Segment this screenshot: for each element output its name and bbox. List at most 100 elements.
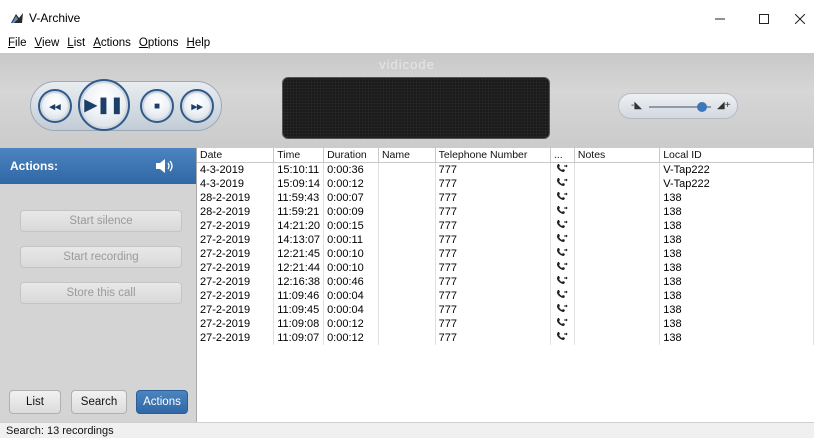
table-row[interactable]: 27-2-2019 14:21:20 0:00:15 777 138 — [197, 218, 814, 233]
menu-help[interactable]: Help — [183, 37, 215, 49]
table-row[interactable]: 27-2-2019 12:16:38 0:00:46 777 138 — [197, 274, 814, 289]
cell-duration: 0:00:36 — [323, 162, 379, 177]
table-row[interactable]: 4-3-2019 15:09:14 0:00:12 777 V-Tap222 — [197, 176, 814, 191]
tab-actions[interactable]: Actions — [136, 390, 188, 414]
table-header-row: Date Time Duration Name Telephone Number… — [197, 148, 814, 163]
cell-duration: 0:00:09 — [323, 204, 379, 219]
phone-outgoing-icon — [557, 317, 569, 326]
cell-name — [378, 232, 436, 247]
cell-direction — [550, 274, 575, 289]
minimize-button[interactable] — [697, 6, 743, 32]
table-row[interactable]: 27-2-2019 11:09:07 0:00:12 777 138 — [197, 330, 814, 345]
cell-duration: 0:00:15 — [323, 218, 379, 233]
menu-options[interactable]: Options — [135, 37, 183, 49]
phone-outgoing-icon — [557, 205, 569, 214]
menu-file-label: ile — [15, 37, 27, 49]
rewind-button[interactable]: ◂◂ — [38, 89, 72, 123]
cell-local-id: 138 — [659, 288, 814, 303]
table-row[interactable]: 4-3-2019 15:10:11 0:00:36 777 V-Tap222 — [197, 162, 814, 177]
column-header-name[interactable]: Name — [378, 148, 436, 163]
cell-telephone: 777 — [435, 218, 551, 233]
column-header-duration[interactable]: Duration — [323, 148, 379, 163]
close-button[interactable] — [785, 6, 814, 32]
cell-date: 27-2-2019 — [197, 316, 275, 331]
cell-telephone: 777 — [435, 190, 551, 205]
table-row[interactable]: 27-2-2019 14:13:07 0:00:11 777 138 — [197, 232, 814, 247]
cell-direction — [550, 204, 575, 219]
fast-forward-button[interactable]: ▸▸ — [180, 89, 214, 123]
table-row[interactable]: 28-2-2019 11:59:21 0:00:09 777 138 — [197, 204, 814, 219]
cell-direction — [550, 232, 575, 247]
cell-direction — [550, 288, 575, 303]
column-header-direction[interactable]: ... — [550, 148, 575, 163]
cell-time: 11:09:07 — [273, 330, 325, 345]
menu-view-mnemonic: V — [34, 37, 43, 49]
maximize-button[interactable] — [741, 6, 787, 32]
table-row[interactable]: 27-2-2019 11:09:45 0:00:04 777 138 — [197, 302, 814, 317]
cell-name — [378, 316, 436, 331]
cell-duration: 0:00:10 — [323, 246, 379, 261]
cell-telephone: 777 — [435, 302, 551, 317]
phone-outgoing-icon — [557, 331, 569, 340]
cell-date: 27-2-2019 — [197, 218, 275, 233]
table-row[interactable]: 27-2-2019 11:09:46 0:00:04 777 138 — [197, 288, 814, 303]
menu-options-mnemonic: O — [138, 37, 148, 49]
cell-time: 11:59:21 — [273, 204, 325, 219]
menu-view[interactable]: View — [31, 37, 64, 49]
stop-button[interactable]: ■ — [140, 89, 174, 123]
cell-telephone: 777 — [435, 330, 551, 345]
cell-duration: 0:00:12 — [323, 176, 379, 191]
column-header-telephone[interactable]: Telephone Number — [435, 148, 551, 163]
play-pause-button[interactable]: ▶❚❚ — [78, 79, 130, 131]
cell-name — [378, 204, 436, 219]
table-row[interactable]: 27-2-2019 11:09:08 0:00:12 777 138 — [197, 316, 814, 331]
cell-notes — [574, 204, 661, 219]
store-call-button[interactable]: Store this call — [20, 282, 182, 304]
cell-notes — [574, 274, 661, 289]
start-silence-button[interactable]: Start silence — [20, 210, 182, 232]
recordings-table: Date Time Duration Name Telephone Number… — [196, 148, 814, 422]
menu-actions[interactable]: Actions — [89, 37, 135, 49]
start-recording-button[interactable]: Start recording — [20, 246, 182, 268]
column-header-local-id[interactable]: Local ID — [659, 148, 814, 163]
table-body: 4-3-2019 15:10:11 0:00:36 777 V-Tap222 4-3-20… — [197, 162, 814, 345]
speaker-icon[interactable] — [154, 157, 176, 175]
volume-down-icon: -◣ — [631, 100, 643, 111]
table-row[interactable]: 27-2-2019 12:21:45 0:00:10 777 138 — [197, 246, 814, 261]
menu-help-mnemonic: H — [186, 37, 195, 49]
cell-notes — [574, 260, 661, 275]
cell-notes — [574, 162, 661, 177]
tab-list[interactable]: List — [9, 390, 61, 414]
phone-outgoing-icon — [557, 261, 569, 270]
cell-date: 28-2-2019 — [197, 204, 275, 219]
tab-search[interactable]: Search — [71, 390, 127, 414]
cell-duration: 0:00:07 — [323, 190, 379, 205]
column-header-time[interactable]: Time — [273, 148, 325, 163]
status-bar: Search: 13 recordings — [0, 422, 814, 438]
cell-name — [378, 176, 436, 191]
cell-telephone: 777 — [435, 260, 551, 275]
volume-up-icon: ◢+ — [717, 100, 731, 111]
menu-list[interactable]: List — [63, 37, 89, 49]
app-logo-icon — [11, 13, 23, 23]
volume-knob[interactable] — [696, 102, 707, 112]
cell-telephone: 777 — [435, 162, 551, 177]
table-row[interactable]: 28-2-2019 11:59:43 0:00:07 777 138 — [197, 190, 814, 205]
cell-local-id: 138 — [659, 232, 814, 247]
cell-direction — [550, 162, 575, 177]
minimize-icon — [715, 18, 725, 20]
column-header-notes[interactable]: Notes — [574, 148, 661, 163]
phone-outgoing-icon — [557, 289, 569, 298]
window-title: V-Archive — [29, 11, 81, 25]
phone-outgoing-icon — [557, 275, 569, 284]
cell-local-id: 138 — [659, 190, 814, 205]
phone-outgoing-icon — [557, 163, 569, 172]
volume-slider[interactable]: -◣ ◢+ — [618, 93, 738, 119]
table-row[interactable]: 27-2-2019 12:21:44 0:00:10 777 138 — [197, 260, 814, 275]
cell-time: 15:09:14 — [273, 176, 325, 191]
column-header-date[interactable]: Date — [197, 148, 275, 163]
cell-time: 11:09:08 — [273, 316, 325, 331]
menu-file[interactable]: File — [4, 37, 31, 49]
cell-telephone: 777 — [435, 176, 551, 191]
cell-time: 15:10:11 — [273, 162, 325, 177]
